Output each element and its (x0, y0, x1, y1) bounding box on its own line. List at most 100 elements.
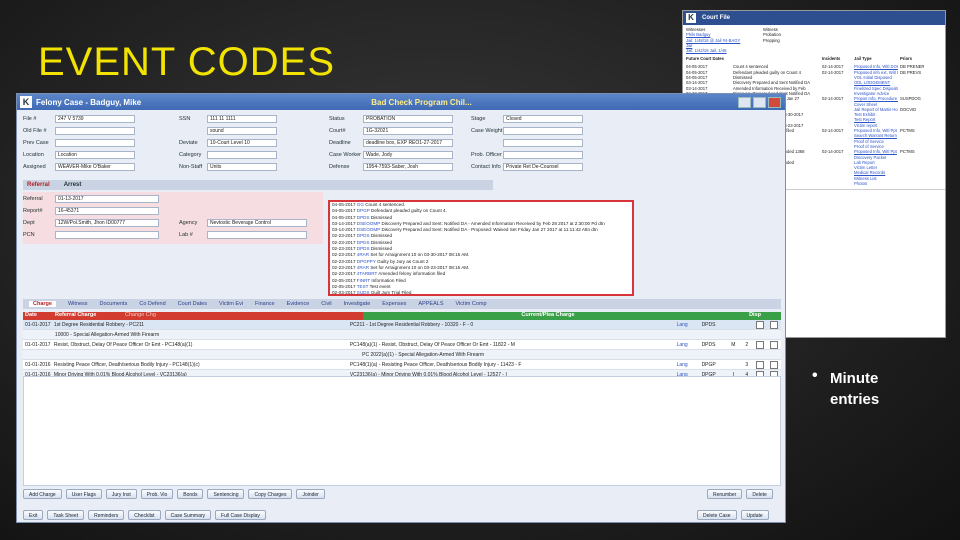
case-right-row: Defense 1954-7593-Saber, Josh (329, 162, 453, 172)
charge-add-charge-button[interactable]: Add Charge (23, 489, 62, 499)
agency-field[interactable] (207, 231, 307, 239)
case-mid-row: sound (179, 126, 277, 136)
footer-update-button[interactable]: Update (740, 510, 769, 520)
table-row[interactable]: 01-01-2017 Resist, Obstruct, Delay Of Pea… (23, 340, 781, 350)
header-left[interactable]: Phils Badguy (686, 32, 710, 37)
header-left[interactable]: Jail: 1/48/16 @ Jail #4-BAGY (686, 38, 740, 43)
row-checkbox[interactable] (756, 340, 765, 349)
footer-full-case-display-button[interactable]: Full Case Display (215, 510, 266, 520)
minute-entry[interactable]: 02-03-2017 SUDS Guilt Jury Trial Filed (330, 290, 632, 294)
tab-charge[interactable]: Charge (29, 301, 56, 307)
case-mid-field[interactable]: 111 11 1111 (207, 115, 277, 123)
row-checkbox[interactable] (756, 320, 765, 329)
case-far-field[interactable]: Private Ret De-Counsel (503, 163, 583, 171)
charge-delete-button[interactable]: Delete (746, 489, 773, 499)
event-code[interactable]: DSEOOMP (357, 221, 380, 226)
footer-task-sheet-button[interactable]: Task Sheet (47, 510, 85, 520)
tab-victim-comp[interactable]: Victim Comp (456, 301, 487, 307)
footer-case-summary-button[interactable]: Case Summary (164, 510, 212, 520)
tab-investigate[interactable]: Investigate (344, 301, 371, 307)
event-code[interactable]: DPDS (357, 215, 370, 220)
event-code[interactable]: 4TARBRT (357, 271, 377, 276)
referral-field[interactable]: 01-13-2017 (55, 195, 159, 203)
tab-evidence[interactable]: Evidence (287, 301, 310, 307)
case-mid-field[interactable]: Units (207, 163, 277, 171)
case-right-field[interactable]: 1954-7593-Saber, Josh (363, 163, 453, 171)
case-right-field[interactable]: 1G-32021 (363, 127, 453, 135)
event-code[interactable]: 4RAR (357, 265, 369, 270)
case-far-field[interactable] (503, 151, 583, 159)
maximize-icon[interactable] (753, 96, 766, 108)
tab-arrest[interactable]: Arrest (64, 182, 82, 188)
tab-appeals[interactable]: APPEALS (418, 301, 443, 307)
tab-witness[interactable]: Witness (68, 301, 88, 307)
table-row[interactable]: 01-01-2016 Resisting Peace Officer, Death… (23, 360, 781, 370)
event-code[interactable]: DPGP (357, 208, 370, 213)
table-row[interactable]: 10000 - Special Allegation-Armed With Fi… (23, 330, 781, 340)
charge-jury-inst-button[interactable]: Jury Inst (105, 489, 137, 499)
row-checkbox[interactable] (770, 320, 778, 329)
case-mid-field[interactable]: 10-Court Level 10 (207, 139, 277, 147)
event-code[interactable]: FINRT (357, 278, 370, 283)
header-left[interactable]: Jail (686, 43, 692, 48)
doc-link[interactable]: Photos (854, 181, 898, 186)
header-left[interactable]: Jail: 1/42/16 Jail, 1/48 (686, 48, 727, 53)
charge-user-flags-button[interactable]: User Flags (65, 489, 102, 499)
case-right-field[interactable]: Wade, Jody (363, 151, 453, 159)
charge-joinder-button[interactable]: Joinder (296, 489, 325, 499)
referral-field[interactable] (55, 231, 159, 239)
event-code[interactable]: GG (357, 202, 364, 207)
footer-delete-case-button[interactable]: Delete Case (697, 510, 737, 520)
case-right-field[interactable]: PROBATION (363, 115, 453, 123)
tab-expenses[interactable]: Expenses (382, 301, 406, 307)
case-far-field[interactable] (503, 127, 583, 135)
event-code[interactable]: DPDS (357, 240, 370, 245)
charge-copy-charges-button[interactable]: Copy Charges (248, 489, 293, 499)
row-checkbox[interactable] (770, 340, 778, 349)
court-file-titlebar: K Court File (683, 11, 945, 25)
minute-date: 04-05-2017 (332, 202, 356, 207)
event-code[interactable]: SUDS (357, 290, 370, 294)
minute-date: 04-05-2017 (332, 214, 356, 220)
close-icon[interactable] (768, 96, 781, 108)
footer-checklist-button[interactable]: Checklist (128, 510, 161, 520)
case-left-field[interactable]: Location (55, 151, 135, 159)
tab-court-dates[interactable]: Court Dates (178, 301, 207, 307)
case-far-field[interactable]: Closed (503, 115, 583, 123)
charge-sentencing-button[interactable]: Sentencing (207, 489, 245, 499)
tab-civil[interactable]: Civil (321, 301, 331, 307)
tab-referral[interactable]: Referral (27, 182, 50, 188)
footer-reminders-button[interactable]: Reminders (88, 510, 125, 520)
footer-exit-button[interactable]: Exit (23, 510, 44, 520)
tab-finance[interactable]: Finance (255, 301, 275, 307)
case-far-field[interactable] (503, 139, 583, 147)
event-code[interactable]: DPDS (357, 246, 370, 251)
charge-renumber-button[interactable]: Renumber (707, 489, 743, 499)
referral-field[interactable]: 16-45371 (55, 207, 159, 215)
case-left-field[interactable] (55, 127, 135, 135)
row-checkbox[interactable] (756, 360, 765, 369)
referral-field[interactable]: 12W/Pol.Smith, Jhon ID00777 (55, 219, 159, 227)
minimize-icon[interactable] (738, 96, 751, 108)
event-code[interactable]: TEST (357, 284, 369, 289)
tab-documents[interactable]: Documents (100, 301, 128, 307)
row-checkbox[interactable] (770, 360, 778, 369)
case-left-field[interactable] (55, 139, 135, 147)
event-code[interactable]: DPDS (357, 233, 370, 238)
agency-field[interactable]: Nevtostic Beverage Control (207, 219, 307, 227)
table-row[interactable]: 01-01-2017 1st Degree Residential Robbery… (23, 320, 781, 330)
minute-entries-list[interactable]: 04-05-2017 GG Count 4 sentenced. 04-05-20… (328, 200, 634, 296)
tab-co-defend[interactable]: Co Defend (139, 301, 165, 307)
case-left-field[interactable]: 247 V 5739 (55, 115, 135, 123)
charge-prob-vio-button[interactable]: Prob. Vio (140, 489, 174, 499)
charge-bonds-button[interactable]: Bonds (177, 489, 204, 499)
case-left-field[interactable]: WEAVER-Mike O'Baker (55, 163, 135, 171)
event-code[interactable]: DSEOOMP (357, 227, 380, 232)
event-code[interactable]: 4RAR (357, 252, 369, 257)
event-code[interactable]: DPGPPY (357, 259, 376, 264)
case-mid-field[interactable]: sound (207, 127, 277, 135)
case-right-field[interactable]: deadline box, EXP REO1-27-2017 (363, 139, 453, 147)
case-mid-field[interactable] (207, 151, 277, 159)
tab-victim-evi[interactable]: Victim Evi (219, 301, 243, 307)
table-row[interactable]: PC 2022(a)(1) - Special Allegation-Armed… (23, 350, 781, 360)
